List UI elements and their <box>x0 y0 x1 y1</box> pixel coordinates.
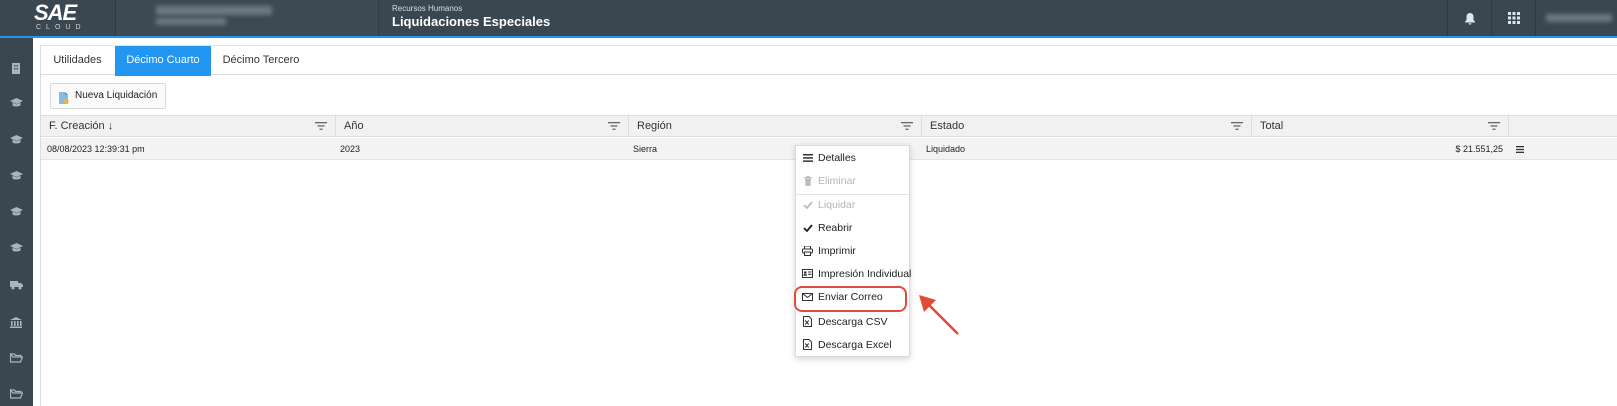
hamburger-icon <box>1516 145 1524 153</box>
menu-item-detalles[interactable]: Detalles <box>796 147 909 169</box>
menu-item-impresion-individual[interactable]: Impresión Individual <box>796 263 912 285</box>
menu-item-reabrir[interactable]: Reabrir <box>796 217 909 239</box>
tab-decimo-cuarto[interactable]: Décimo Cuarto <box>115 46 211 76</box>
trash-icon <box>803 175 812 186</box>
sidebar-item-documents[interactable] <box>8 60 24 76</box>
sidebar-item-academic-5[interactable] <box>8 240 24 256</box>
sidebar <box>0 38 33 406</box>
tab-bar: Utilidades Décimo Cuarto Décimo Tercero <box>41 45 1617 76</box>
sidebar-item-academic-1[interactable] <box>8 95 24 111</box>
graduation-cap-icon <box>9 207 23 216</box>
company-detail-blurred <box>156 18 226 25</box>
logo-text: SAE <box>34 0 77 25</box>
logo-subtext: CLOUD <box>36 24 86 31</box>
menu-item-label: Impresión Individual <box>818 268 912 280</box>
folder-open-icon <box>9 353 23 363</box>
highlight-enviar-correo <box>794 286 907 312</box>
menu-item-label: Reabrir <box>818 222 853 234</box>
cell-fecha: 08/08/2023 12:39:31 pm <box>47 144 145 154</box>
graduation-cap-icon <box>9 98 23 107</box>
column-label: F. Creación ↓ <box>49 120 114 132</box>
cell-region: Sierra <box>633 144 658 154</box>
column-label: Estado <box>930 120 965 132</box>
cell-total: $ 21.551,25 <box>1455 144 1503 154</box>
truck-icon <box>9 281 23 290</box>
column-label: Año <box>344 120 364 132</box>
cell-estado: Liquidado <box>926 144 966 154</box>
menu-item-label: Descarga Excel <box>818 339 892 351</box>
grid-icon <box>1507 12 1520 24</box>
menu-item-eliminar: Eliminar <box>796 170 909 192</box>
pointer-arrow-icon <box>919 295 959 335</box>
column-label: Total <box>1260 120 1284 132</box>
apps-button[interactable] <box>1491 0 1535 36</box>
filter-icon[interactable] <box>1231 121 1243 131</box>
top-right-actions <box>1447 0 1617 36</box>
user-name-blurred <box>1546 14 1612 22</box>
tab-decimo-tercero[interactable]: Décimo Tercero <box>213 46 309 76</box>
new-liquidation-button[interactable]: Nueva Liquidación <box>50 83 167 109</box>
graduation-cap-icon <box>9 171 23 180</box>
filter-icon[interactable] <box>1488 121 1500 131</box>
building-icon <box>12 62 20 74</box>
grid-header: F. Creación ↓ Año Región Estado Total <box>41 115 1617 137</box>
column-header-region[interactable]: Región <box>629 116 922 137</box>
menu-item-liquidar: Liquidar <box>796 194 909 216</box>
graduation-cap-icon <box>9 243 23 252</box>
new-liquidation-label: Nueva Liquidación <box>75 90 158 101</box>
menu-item-label: Detalles <box>818 152 856 164</box>
printer-icon <box>802 245 813 256</box>
graduation-cap-icon <box>9 135 23 144</box>
company-name-blurred <box>156 6 272 15</box>
menu-item-descarga-excel[interactable]: Descarga Excel <box>796 334 909 356</box>
cell-anio: 2023 <box>340 144 361 154</box>
module-label: Recursos Humanos <box>392 4 463 13</box>
column-header-total[interactable]: Total <box>1252 116 1509 137</box>
row-context-menu: Detalles Eliminar Liquidar Reabrir Impri… <box>795 145 912 357</box>
column-header-fecha[interactable]: F. Creación ↓ <box>41 116 336 137</box>
folder-open-icon <box>9 389 23 399</box>
row-actions-button[interactable] <box>1513 142 1527 156</box>
top-bar: SAE CLOUD Recursos Humanos Liquidaciones… <box>0 0 1617 38</box>
column-label: Región <box>637 120 672 132</box>
menu-item-label: Eliminar <box>818 175 856 187</box>
user-menu[interactable] <box>1535 0 1617 36</box>
bank-icon <box>10 316 22 328</box>
bell-icon <box>1464 12 1475 25</box>
check-icon <box>802 223 813 232</box>
menu-item-label: Imprimir <box>818 245 856 257</box>
company-selector[interactable] <box>115 0 379 36</box>
page-title: Liquidaciones Especiales <box>392 14 551 29</box>
filter-icon[interactable] <box>901 121 913 131</box>
column-header-anio[interactable]: Año <box>336 116 629 137</box>
menu-item-label: Liquidar <box>818 199 856 211</box>
sidebar-item-folder-1[interactable] <box>8 350 24 366</box>
excel-file-icon <box>803 339 812 350</box>
tab-utilidades[interactable]: Utilidades <box>41 46 114 76</box>
filter-icon[interactable] <box>608 121 620 131</box>
menu-item-label: Descarga CSV <box>818 316 888 328</box>
menu-item-imprimir[interactable]: Imprimir <box>796 240 909 262</box>
list-icon <box>802 153 813 162</box>
sidebar-item-bank[interactable] <box>8 314 24 330</box>
logo[interactable]: SAE CLOUD <box>0 0 115 36</box>
column-header-estado[interactable]: Estado <box>922 116 1252 137</box>
sidebar-item-academic-4[interactable] <box>8 204 24 220</box>
notifications-button[interactable] <box>1447 0 1491 36</box>
new-document-icon <box>59 90 69 114</box>
id-card-icon <box>802 269 813 278</box>
sidebar-item-academic-3[interactable] <box>8 168 24 184</box>
check-icon <box>802 200 813 209</box>
sidebar-item-folder-2[interactable] <box>8 386 24 402</box>
filter-icon[interactable] <box>315 121 327 131</box>
page-header: Recursos Humanos Liquidaciones Especiale… <box>392 4 550 29</box>
menu-item-descarga-csv[interactable]: Descarga CSV <box>796 311 909 333</box>
sidebar-item-transport[interactable] <box>8 277 24 293</box>
csv-file-icon <box>803 316 812 327</box>
sidebar-item-academic-2[interactable] <box>8 132 24 148</box>
